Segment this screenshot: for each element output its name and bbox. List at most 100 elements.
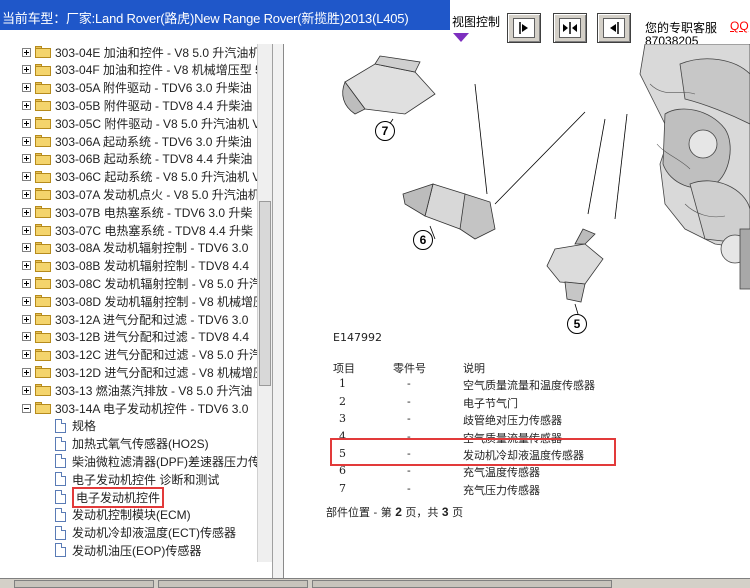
folder-icon — [35, 241, 51, 254]
plus-expander-icon[interactable] — [22, 172, 31, 182]
tree-folder-item[interactable]: 303-12B 进气分配和过滤 - TDV8 4.4 — [22, 328, 249, 346]
tree-folder-item[interactable]: 303-12A 进气分配和过滤 - TDV6 3.0 — [22, 310, 248, 328]
tree-doc-item[interactable]: 加热式氧气传感器(HO2S) — [55, 435, 209, 453]
status-bar — [0, 578, 750, 588]
tree-doc-item[interactable]: 规格 — [55, 417, 96, 435]
item-number: 4 — [339, 429, 346, 443]
qq-link[interactable]: QQ — [730, 19, 749, 33]
panel-splitter[interactable] — [272, 44, 284, 578]
tree-folder-item[interactable]: 303-13 燃油蒸汽排放 - V8 5.0 升汽油 — [22, 381, 252, 399]
tree-folder-label: 303-06B 起动系统 - TDV8 4.4 升柴油 — [55, 152, 253, 167]
tree-doc-item[interactable]: 电子发动机控件 诊断和测试 — [55, 470, 219, 488]
minus-expander-icon[interactable] — [22, 403, 31, 413]
plus-expander-icon[interactable] — [22, 296, 31, 306]
tree-folder-label: 303-05B 附件驱动 - TDV8 4.4 升柴油 — [55, 98, 253, 113]
item-number: 7 — [339, 481, 346, 495]
tree-folder-label: 303-06C 起动系统 - V8 5.0 升汽油机 V — [55, 170, 257, 185]
plus-expander-icon[interactable] — [22, 261, 31, 271]
part-number: - — [407, 429, 411, 443]
view-split-button[interactable] — [553, 13, 587, 43]
tree-folder-item[interactable]: 303-06B 起动系统 - TDV8 4.4 升柴油 — [22, 150, 252, 168]
tree-folder-item[interactable]: 303-05B 附件驱动 - TDV8 4.4 升柴油 — [22, 96, 252, 114]
plus-expander-icon[interactable] — [22, 118, 31, 128]
page-position-suffix: 页 — [448, 506, 464, 519]
tree-folder-item[interactable]: 303-07B 电热塞系统 - TDV6 3.0 升柴 — [22, 203, 252, 221]
document-icon — [55, 490, 66, 504]
figure-code: E147992 — [333, 331, 382, 344]
folder-icon — [35, 259, 51, 272]
tree-folder-item[interactable]: 303-08A 发动机辐射控制 - TDV6 3.0 — [22, 239, 248, 257]
parts-table-header: 项目 零件号 说明 — [333, 360, 733, 377]
plus-expander-icon[interactable] — [22, 100, 31, 110]
part-number: - — [407, 377, 411, 391]
tree-doc-item[interactable]: 发动机控制模块(ECM) — [55, 506, 191, 524]
plus-expander-icon[interactable] — [22, 314, 31, 324]
part-number: - — [407, 464, 411, 478]
callout-7: 7 — [375, 121, 395, 141]
plus-expander-icon[interactable] — [22, 189, 31, 199]
tree-folder-item[interactable]: 303-08B 发动机辐射控制 - TDV8 4.4 — [22, 257, 249, 275]
plus-expander-icon[interactable] — [22, 136, 31, 146]
header-item: 项目 — [333, 362, 355, 375]
plus-expander-icon[interactable] — [22, 385, 31, 395]
part-description: 空气质量流量和温度传感器 — [463, 379, 595, 393]
tree-folder-item[interactable]: 303-04F 加油和控件 - V8 机械增压型 5 — [22, 61, 257, 79]
document-icon — [55, 507, 66, 522]
view-split-icon — [559, 18, 581, 38]
view-right-button[interactable] — [507, 13, 541, 43]
plus-expander-icon[interactable] — [22, 154, 31, 164]
tree-folder-item[interactable]: 303-06C 起动系统 - V8 5.0 升汽油机 V — [22, 168, 257, 186]
tree-folder-item[interactable]: 303-05A 附件驱动 - TDV6 3.0 升柴油 — [22, 79, 252, 97]
plus-expander-icon[interactable] — [22, 350, 31, 360]
part-description: 空气质量流量传感器 — [463, 431, 562, 445]
folder-icon — [35, 313, 51, 325]
tree-scrollbar[interactable] — [257, 44, 272, 562]
tree-folder-label: 303-06A 起动系统 - TDV6 3.0 升柴油 — [55, 134, 252, 149]
folder-icon — [35, 366, 51, 379]
tree-folder-item[interactable]: 303-14A 电子发动机控件 - TDV6 3.0 — [22, 399, 248, 417]
tree-doc-item[interactable]: 发动机冷却液温度(ECT)传感器 — [55, 524, 236, 542]
plus-expander-icon[interactable] — [22, 367, 31, 377]
status-segment — [312, 580, 612, 588]
document-icon — [55, 472, 66, 487]
tree-folder-label: 303-05A 附件驱动 - TDV6 3.0 升柴油 — [55, 81, 252, 96]
item-number: 6 — [339, 464, 346, 478]
page-current: 2 — [395, 505, 402, 519]
tree-folder-item[interactable]: 303-06A 起动系统 - TDV6 3.0 升柴油 — [22, 132, 252, 150]
tree-folder-item[interactable]: 303-08D 发动机辐射控制 - V8 机械增压 — [22, 292, 257, 310]
parts-table-row: 6 - 充气温度传感器 — [333, 464, 733, 481]
part-number: - — [407, 481, 411, 495]
tree-doc-item[interactable]: 发动机油压(EOP)传感器 — [55, 541, 201, 559]
part-description: 歧管绝对压力传感器 — [463, 414, 562, 428]
tree-folder-item[interactable]: 303-07A 发动机点火 - V8 5.0 升汽油机 — [22, 185, 257, 203]
tree-folder-label: 303-04E 加油和控件 - V8 5.0 升汽油机 — [55, 45, 257, 60]
plus-expander-icon[interactable] — [22, 47, 31, 57]
view-left-button[interactable] — [597, 13, 631, 43]
chapter-tree[interactable]: 303-04E 加油和控件 - V8 5.0 升汽油机 303-04F 加油和控件… — [0, 44, 257, 562]
tree-folder-item[interactable]: 303-07C 电热塞系统 - TDV8 4.4 升柴 — [22, 221, 253, 239]
tree-folder-label: 303-05C 附件驱动 - V8 5.0 升汽油机 V — [55, 116, 257, 131]
tree-scrollbar-thumb[interactable] — [259, 201, 271, 386]
tree-folder-item[interactable]: 303-04E 加油和控件 - V8 5.0 升汽油机 — [22, 44, 257, 61]
page-total: 3 — [441, 505, 449, 519]
tree-folder-label: 303-07C 电热塞系统 - TDV8 4.4 升柴 — [55, 223, 254, 238]
item-number: 1 — [339, 377, 346, 391]
plus-expander-icon[interactable] — [22, 207, 31, 217]
plus-expander-icon[interactable] — [22, 83, 31, 93]
plus-expander-icon[interactable] — [22, 332, 31, 342]
folder-icon — [35, 81, 51, 94]
page-position-middle: 页，共 — [401, 506, 442, 519]
tree-folder-item[interactable]: 303-12C 进气分配和过滤 - V8 5.0 升汽 — [22, 346, 257, 364]
plus-expander-icon[interactable] — [22, 225, 31, 235]
status-segment — [158, 580, 308, 588]
plus-expander-icon[interactable] — [22, 278, 31, 288]
header-part-number: 零件号 — [393, 362, 426, 375]
tree-doc-item[interactable]: 电子发动机控件 — [55, 486, 165, 508]
plus-expander-icon[interactable] — [22, 243, 31, 253]
plus-expander-icon[interactable] — [22, 65, 31, 75]
component-illustration — [342, 44, 750, 315]
tree-doc-item[interactable]: 柴油微粒滤清器(DPF)差速器压力传感 — [55, 452, 257, 470]
tree-folder-item[interactable]: 303-12D 进气分配和过滤 - V8 机械增压 — [22, 363, 257, 381]
tree-folder-item[interactable]: 303-08C 发动机辐射控制 - V8 5.0 升汽 — [22, 274, 257, 292]
tree-folder-item[interactable]: 303-05C 附件驱动 - V8 5.0 升汽油机 V — [22, 114, 257, 132]
